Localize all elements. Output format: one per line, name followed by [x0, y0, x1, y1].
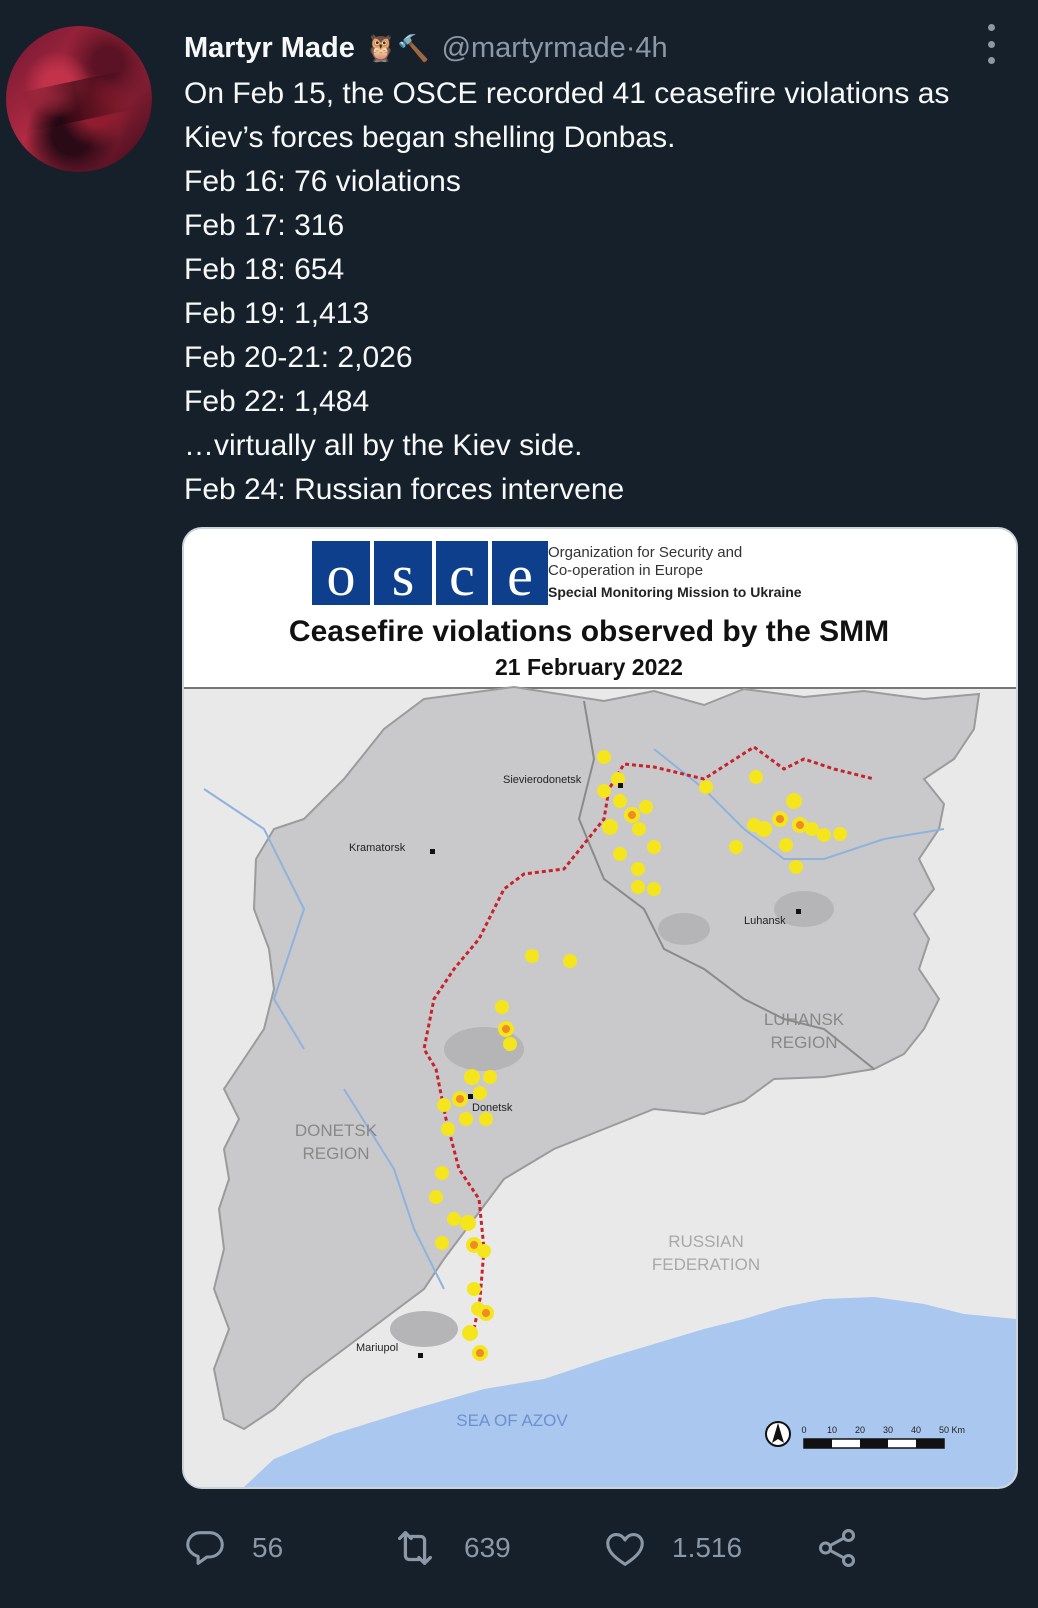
- tweet-media-map[interactable]: o s c e Organization for Security and Co…: [182, 527, 1018, 1489]
- tweet-line: Feb 17: 316: [184, 209, 345, 242]
- svg-text:0: 0: [801, 1425, 806, 1435]
- author-handle[interactable]: @martyrmade: [442, 32, 626, 65]
- city-label: Mariupol: [356, 1342, 398, 1354]
- tweet-header: Martyr Made 🦉🔨 @martyrmade · 4h: [184, 28, 668, 68]
- city-label: Kramatorsk: [349, 842, 406, 854]
- like-icon: [606, 1533, 644, 1566]
- tweet-time[interactable]: 4h: [635, 32, 667, 65]
- reply-count: 56: [252, 1532, 284, 1563]
- like-button[interactable]: 1.516: [602, 1518, 742, 1578]
- reply-icon: [186, 1531, 224, 1565]
- org-line2: Co-operation in Europe: [548, 562, 703, 579]
- sea-label: SEA OF AZOV: [456, 1411, 568, 1430]
- map-date: 21 February 2022: [495, 654, 683, 680]
- region-label: REGION: [302, 1144, 369, 1163]
- share-icon: [818, 1529, 856, 1567]
- city-label: Donetsk: [472, 1102, 513, 1114]
- logo-letter: e: [507, 543, 533, 608]
- author-name[interactable]: Martyr Made: [184, 32, 355, 65]
- svg-text:20: 20: [855, 1425, 865, 1435]
- tweet-line: Kiev’s forces began shelling Donbas.: [184, 121, 676, 154]
- tweet-actions: 56 639 1.516: [182, 1518, 922, 1578]
- osce-logo: o s c e: [312, 541, 548, 608]
- logo-letter: o: [327, 543, 356, 608]
- more-icon[interactable]: [985, 24, 997, 64]
- region-label: LUHANSK: [764, 1010, 845, 1029]
- region-label: DONETSK: [295, 1121, 378, 1140]
- retweet-button[interactable]: 639: [390, 1518, 511, 1578]
- tweet-line: Feb 20-21: 2,026: [184, 341, 413, 374]
- share-button[interactable]: [814, 1518, 860, 1578]
- region-label: FEDERATION: [652, 1255, 760, 1274]
- city-label: Luhansk: [744, 915, 786, 927]
- like-count: 1.516: [672, 1532, 743, 1563]
- tweet-line: Feb 18: 654: [184, 253, 345, 286]
- retweet-count: 639: [464, 1532, 511, 1563]
- tweet-line: …virtually all by the Kiev side.: [184, 429, 583, 462]
- svg-text:10: 10: [827, 1425, 837, 1435]
- tweet-line: On Feb 15, the OSCE recorded 41 ceasefir…: [184, 77, 950, 110]
- region-label: RUSSIAN: [668, 1232, 744, 1251]
- svg-text:40: 40: [911, 1425, 921, 1435]
- retweet-icon: [398, 1531, 432, 1565]
- separator-dot: ·: [625, 31, 636, 64]
- tweet-line: Feb 22: 1,484: [184, 385, 370, 418]
- svg-text:30: 30: [883, 1425, 893, 1435]
- org-line3: Special Monitoring Mission to Ukraine: [548, 584, 802, 600]
- tweet-line: Feb 24: Russian forces intervene: [184, 473, 625, 506]
- logo-letter: s: [392, 543, 415, 608]
- tweet-line: Feb 16: 76 violations: [184, 165, 461, 198]
- logo-letter: c: [449, 543, 475, 608]
- north-arrow-icon: [765, 1421, 791, 1447]
- map-title: Ceasefire violations observed by the SMM: [289, 615, 889, 648]
- tweet-text: On Feb 15, the OSCE recorded 41 ceasefir…: [184, 72, 1014, 512]
- tweet-line: Feb 19: 1,413: [184, 297, 370, 330]
- city-label: Sievierodonetsk: [503, 774, 582, 786]
- author-emoji: 🦉🔨: [364, 32, 430, 63]
- author-avatar[interactable]: [6, 26, 152, 172]
- svg-text:50 Km: 50 Km: [939, 1425, 965, 1435]
- reply-button[interactable]: 56: [182, 1518, 283, 1578]
- region-label: REGION: [770, 1033, 837, 1052]
- org-line1: Organization for Security and: [548, 544, 742, 561]
